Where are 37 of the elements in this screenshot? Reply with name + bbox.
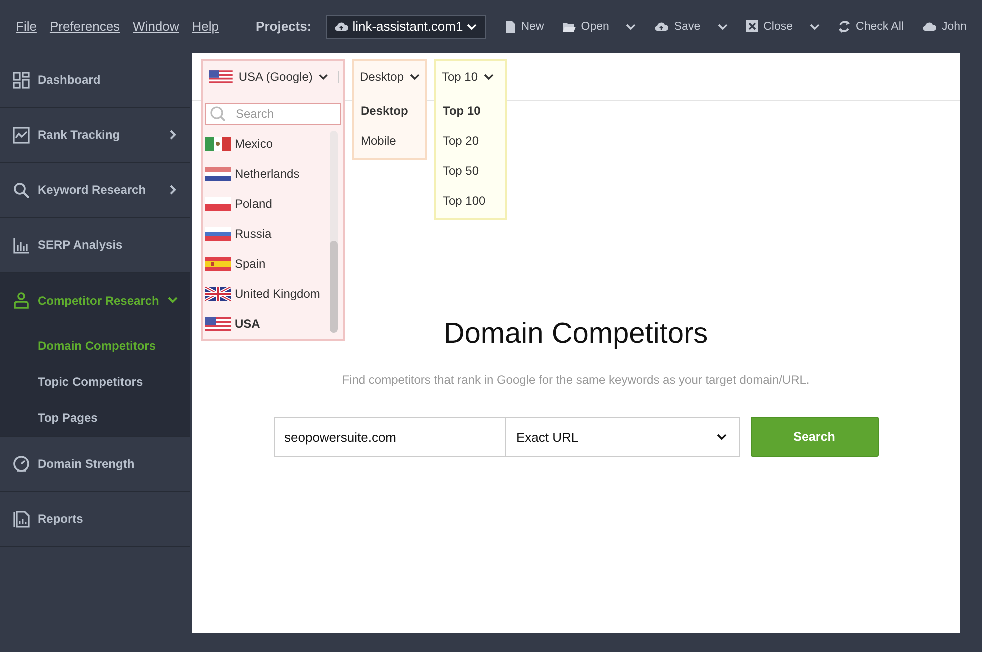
filter-dropdown[interactable]: Top 10 — [436, 61, 505, 93]
dropdown-option[interactable]: Top 10 — [436, 96, 505, 126]
menu-item[interactable]: File — [16, 19, 37, 34]
toolbar-button[interactable]: Save — [654, 20, 728, 33]
toolbar-button[interactable]: John — [922, 20, 967, 33]
dropdown-option[interactable]: Mexico — [203, 129, 327, 159]
search-field[interactable]: Search — [205, 103, 341, 125]
dropdown-option[interactable]: Top 20 — [436, 126, 505, 156]
dropdown-option[interactable]: Desktop — [354, 96, 425, 126]
project-select[interactable]: link-assistant.com1 — [326, 14, 486, 38]
dropdown-option[interactable]: Top 50 — [436, 156, 505, 186]
dropdown-option[interactable]: Russia — [203, 219, 327, 249]
filter-dropdown[interactable]: Desktop — [354, 61, 425, 93]
toolbar-button[interactable]: New — [504, 20, 544, 34]
dropdown-option[interactable]: Mobile — [354, 126, 425, 156]
projects-label: Projects: — [256, 19, 312, 34]
nav-subitem[interactable]: Domain Competitors — [0, 328, 190, 364]
menu-item[interactable]: Window — [133, 19, 180, 34]
toolbar-button[interactable]: Check All — [838, 20, 904, 34]
nav-item[interactable]: Competitor Research — [0, 273, 190, 328]
filter-dropdown[interactable]: USA (Google) — [203, 61, 343, 93]
page-title: Domain Competitors — [444, 318, 708, 351]
dropdown-option[interactable]: United Kingdom — [203, 279, 327, 309]
toolbar-button[interactable]: Open — [562, 20, 636, 33]
toolbar-button[interactable]: Close — [746, 20, 820, 33]
dropdown-option[interactable]: Top 100 — [436, 186, 505, 216]
menu-item[interactable]: Preferences — [50, 19, 120, 34]
page-subtitle: Find competitors that rank in Google for the same keywords as your target domain/URL. — [342, 373, 810, 387]
nav-subitem[interactable]: Top Pages — [0, 400, 190, 436]
dropdown-option[interactable]: USA — [203, 309, 327, 339]
dropdown-option[interactable]: Spain — [203, 249, 327, 279]
menu-item[interactable]: Help — [192, 19, 220, 34]
dropdown-option[interactable]: Poland — [203, 189, 327, 219]
nav-subitem[interactable]: Topic Competitors — [0, 364, 190, 400]
scope-select[interactable]: Exact URL — [506, 417, 740, 457]
domain-field[interactable]: seopowersuite.com — [274, 417, 506, 457]
dropdown-option[interactable]: Netherlands — [203, 159, 327, 189]
